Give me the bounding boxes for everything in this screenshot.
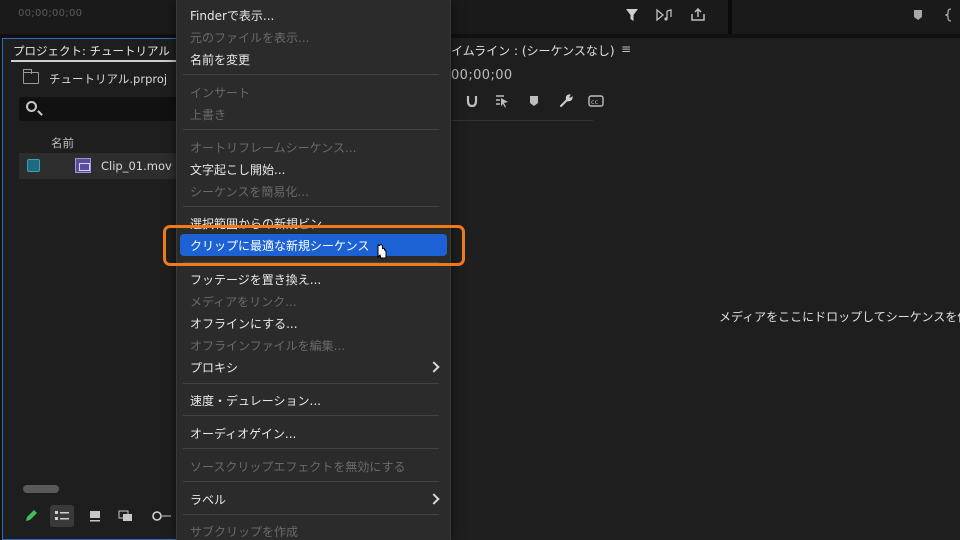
menu-item-speed-duration[interactable]: 速度・デュレーション... — [190, 392, 321, 409]
menu-item-link-media: メディアをリンク... — [190, 295, 297, 309]
menu-item-overwrite: 上書き — [190, 108, 227, 122]
menu-item-reveal-in-finder[interactable]: Finderで表示... — [190, 7, 274, 24]
search-input[interactable] — [19, 97, 184, 121]
clip-row[interactable]: Clip_01.mov — [19, 153, 181, 179]
svg-text:cc: cc — [591, 98, 599, 106]
project-file-name: チュートリアル.prproj — [49, 72, 168, 86]
menu-item-make-subclip: サブクリップを作成 — [190, 525, 299, 539]
menu-separator — [183, 129, 439, 130]
horizontal-scrollbar[interactable] — [23, 485, 59, 493]
menu-item-reveal-original: 元のファイルを表示... — [190, 31, 310, 45]
menu-item-replace-footage[interactable]: フッテージを置き換え... — [190, 271, 321, 288]
menu-item-label[interactable]: ラベル — [190, 491, 226, 508]
mouse-cursor-icon — [375, 244, 389, 264]
pencil-icon[interactable] — [21, 505, 41, 527]
menu-separator — [183, 383, 439, 384]
drop-media-hint: メディアをここにドロップしてシーケンスを作 — [719, 310, 960, 324]
menu-item-start-transcription[interactable]: 文字起こし開始... — [190, 161, 285, 178]
menu-separator — [183, 74, 439, 75]
menu-separator — [183, 206, 439, 207]
submenu-chevron-icon — [428, 361, 440, 373]
clip-thumbnail-icon — [75, 158, 91, 173]
captions-icon[interactable]: cc — [587, 92, 605, 110]
snap-icon[interactable] — [463, 92, 481, 110]
add-marker-icon[interactable] — [525, 92, 543, 110]
export-frame-icon[interactable] — [688, 6, 708, 24]
panel-menu-icon[interactable]: ≡ — [621, 42, 631, 56]
filter-icon[interactable] — [622, 6, 642, 24]
panel-divider — [728, 0, 732, 34]
menu-item-proxy[interactable]: プロキシ — [190, 359, 238, 376]
menu-separator — [183, 448, 439, 449]
project-tab[interactable]: プロジェクト: チュートリアル — [3, 39, 181, 63]
menu-item-audio-gain[interactable]: オーディオゲイン... — [190, 425, 296, 442]
marker-icon[interactable] — [908, 6, 928, 24]
timeline-panel: イムライン : (シーケンスなし) ≡ 00;00;00 cc メディアをここに… — [451, 38, 960, 540]
menu-separator — [183, 481, 439, 482]
wrench-icon[interactable] — [557, 92, 575, 110]
callout-highlight — [163, 225, 465, 266]
bracket-icon[interactable] — [940, 6, 960, 24]
timeline-divider — [451, 120, 593, 121]
linked-selection-icon[interactable] — [493, 92, 511, 110]
list-view-icon[interactable] — [50, 505, 74, 527]
zoom-slider[interactable] — [151, 505, 171, 527]
menu-item-auto-reframe: オートリフレームシーケンス... — [190, 141, 357, 155]
menu-item-make-offline[interactable]: オフラインにする... — [190, 315, 298, 332]
folder-icon[interactable] — [23, 69, 39, 84]
program-timecode: 00;00;00;00 — [18, 8, 83, 19]
menu-item-edit-offline: オフラインファイルを編集... — [190, 339, 346, 353]
tab-active-indicator — [11, 60, 177, 62]
project-panel: プロジェクト: チュートリアル チュートリアル.prproj 名前 Clip_0… — [2, 38, 184, 540]
search-icon — [26, 101, 37, 112]
menu-item-simplify-sequence: シーケンスを簡易化... — [190, 185, 309, 199]
top-bar: 00;00;00;00 — [0, 0, 960, 34]
label-color-swatch[interactable] — [27, 159, 40, 172]
menu-separator — [183, 415, 439, 416]
clip-name: Clip_01.mov — [101, 159, 172, 173]
column-header-name[interactable]: 名前 — [51, 135, 74, 151]
menu-item-disable-source-effects: ソースクリップエフェクトを無効にする — [190, 460, 406, 474]
freeform-view-icon[interactable] — [115, 505, 139, 527]
insert-audio-icon[interactable] — [655, 6, 675, 24]
icon-view-icon[interactable] — [85, 505, 105, 527]
menu-item-insert: インサート — [190, 86, 251, 100]
timeline-timecode[interactable]: 00;00;00 — [451, 68, 513, 83]
project-title: プロジェクト: チュートリアル — [13, 44, 170, 58]
menu-item-rename[interactable]: 名前を変更 — [190, 51, 250, 68]
timeline-title[interactable]: イムライン : (シーケンスなし) — [451, 42, 615, 59]
context-menu: Finderで表示... 元のファイルを表示... 名前を変更 インサート 上書… — [176, 0, 451, 540]
menu-separator — [183, 514, 439, 515]
submenu-chevron-icon — [428, 493, 440, 505]
